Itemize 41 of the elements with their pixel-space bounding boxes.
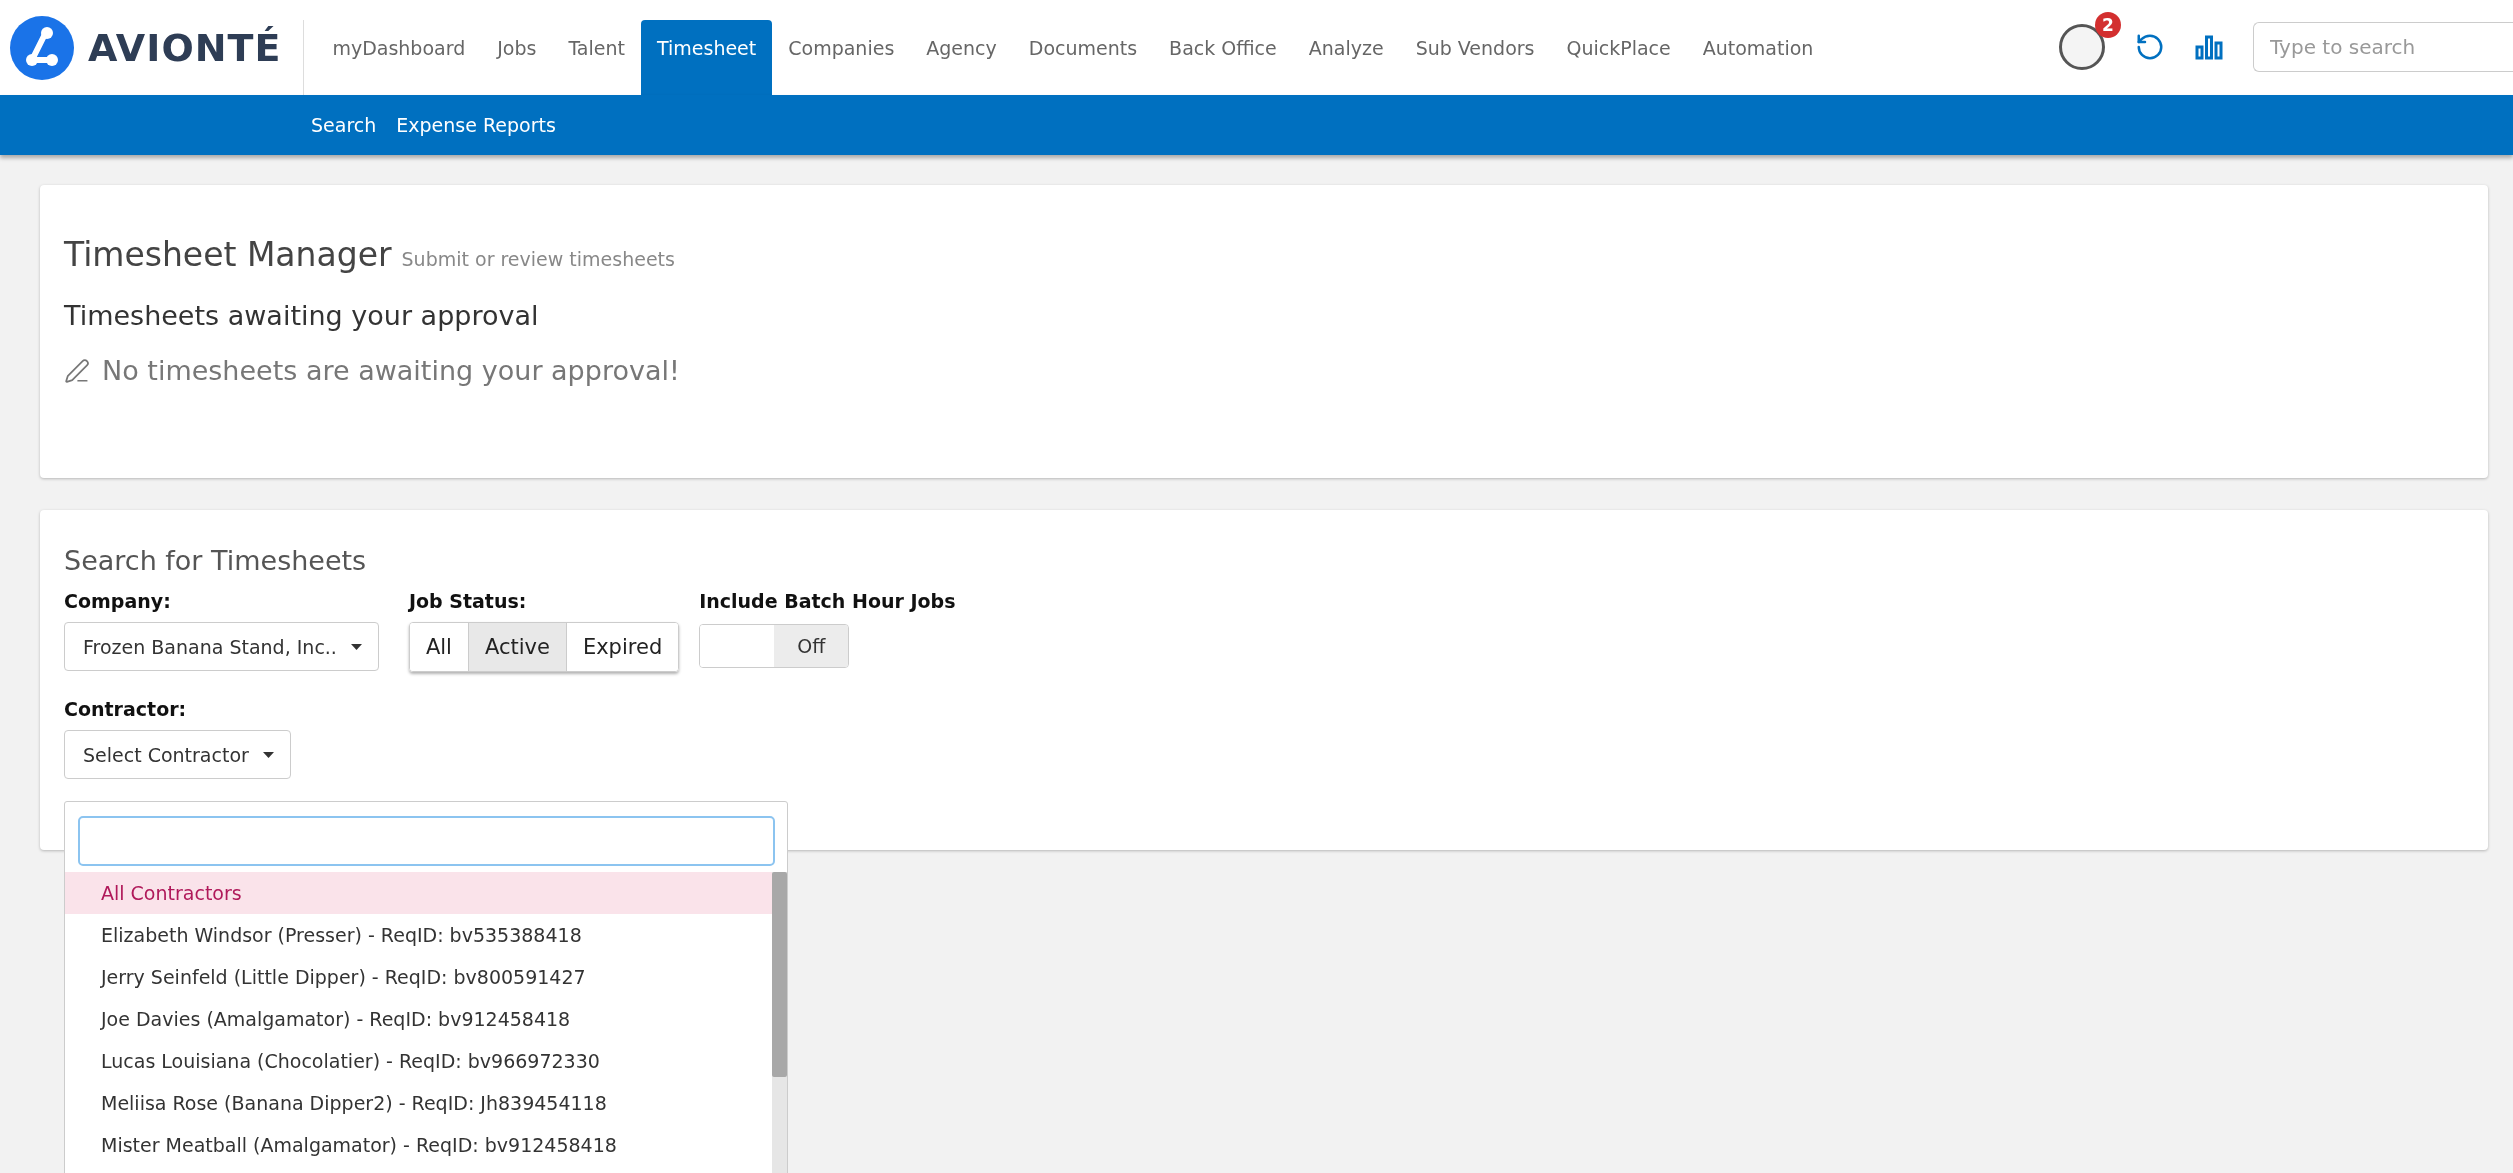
nav-tab[interactable]: Jobs [481,20,553,95]
dropdown-search-field[interactable] [78,816,775,866]
contractor-select[interactable]: Select Contractor [64,730,291,779]
nav-tab[interactable]: Automation [1686,20,1830,95]
section-heading: Timesheets awaiting your approval [64,300,540,331]
page-subtitle: Submit or review timesheets [401,248,675,270]
nav-tab[interactable]: Timesheet [641,20,773,95]
nav-tab[interactable]: Companies [772,20,911,95]
page-title: Timesheet Manager [64,235,392,274]
search-field[interactable]: Type to search [2253,21,2513,72]
field-label: Job Status: [408,590,528,612]
batch-toggle[interactable]: Off [699,624,850,668]
nav-tab[interactable]: Agency [910,20,1013,95]
field-label: Include Batch Hour Jobs [699,590,956,612]
status-option[interactable]: Active [468,623,567,671]
nav-tab[interactable]: Back Office [1153,20,1293,95]
pencil-icon [64,357,90,384]
empty-message: No timesheets are awaiting your approval! [102,355,680,386]
caret-icon [262,751,274,758]
caret-icon [350,643,362,650]
nav-tab[interactable]: Analyze [1292,20,1400,95]
nav-tab[interactable]: QuickPlace [1550,20,1687,95]
status-option[interactable]: All [409,623,469,671]
nav-tab[interactable]: Talent [552,20,641,95]
field-label: Contractor: [64,698,188,720]
field-label: Company: [64,590,172,612]
nav-tab[interactable]: myDashboard [316,20,482,95]
nav-tab[interactable]: Documents [1012,20,1154,95]
status-option[interactable]: Expired [566,623,679,671]
subnav-link[interactable]: Search [311,114,377,136]
bar-chart-icon[interactable] [2195,33,2223,60]
notification-badge: 2 [2095,11,2121,38]
nav-tab[interactable]: Sub Vendors [1399,20,1551,95]
section-heading: Search for Timesheets [64,545,368,576]
brand-name: AVIONTÉ [88,25,282,70]
company-select[interactable]: Frozen Banana Stand, Inc.. [64,622,379,671]
dropdown-item[interactable]: All Contractors [65,872,772,914]
logo-icon [10,15,74,80]
subnav-link[interactable]: Expense Reports [396,114,556,136]
avatar[interactable] [2059,23,2105,70]
scrollbar[interactable] [772,872,787,1173]
